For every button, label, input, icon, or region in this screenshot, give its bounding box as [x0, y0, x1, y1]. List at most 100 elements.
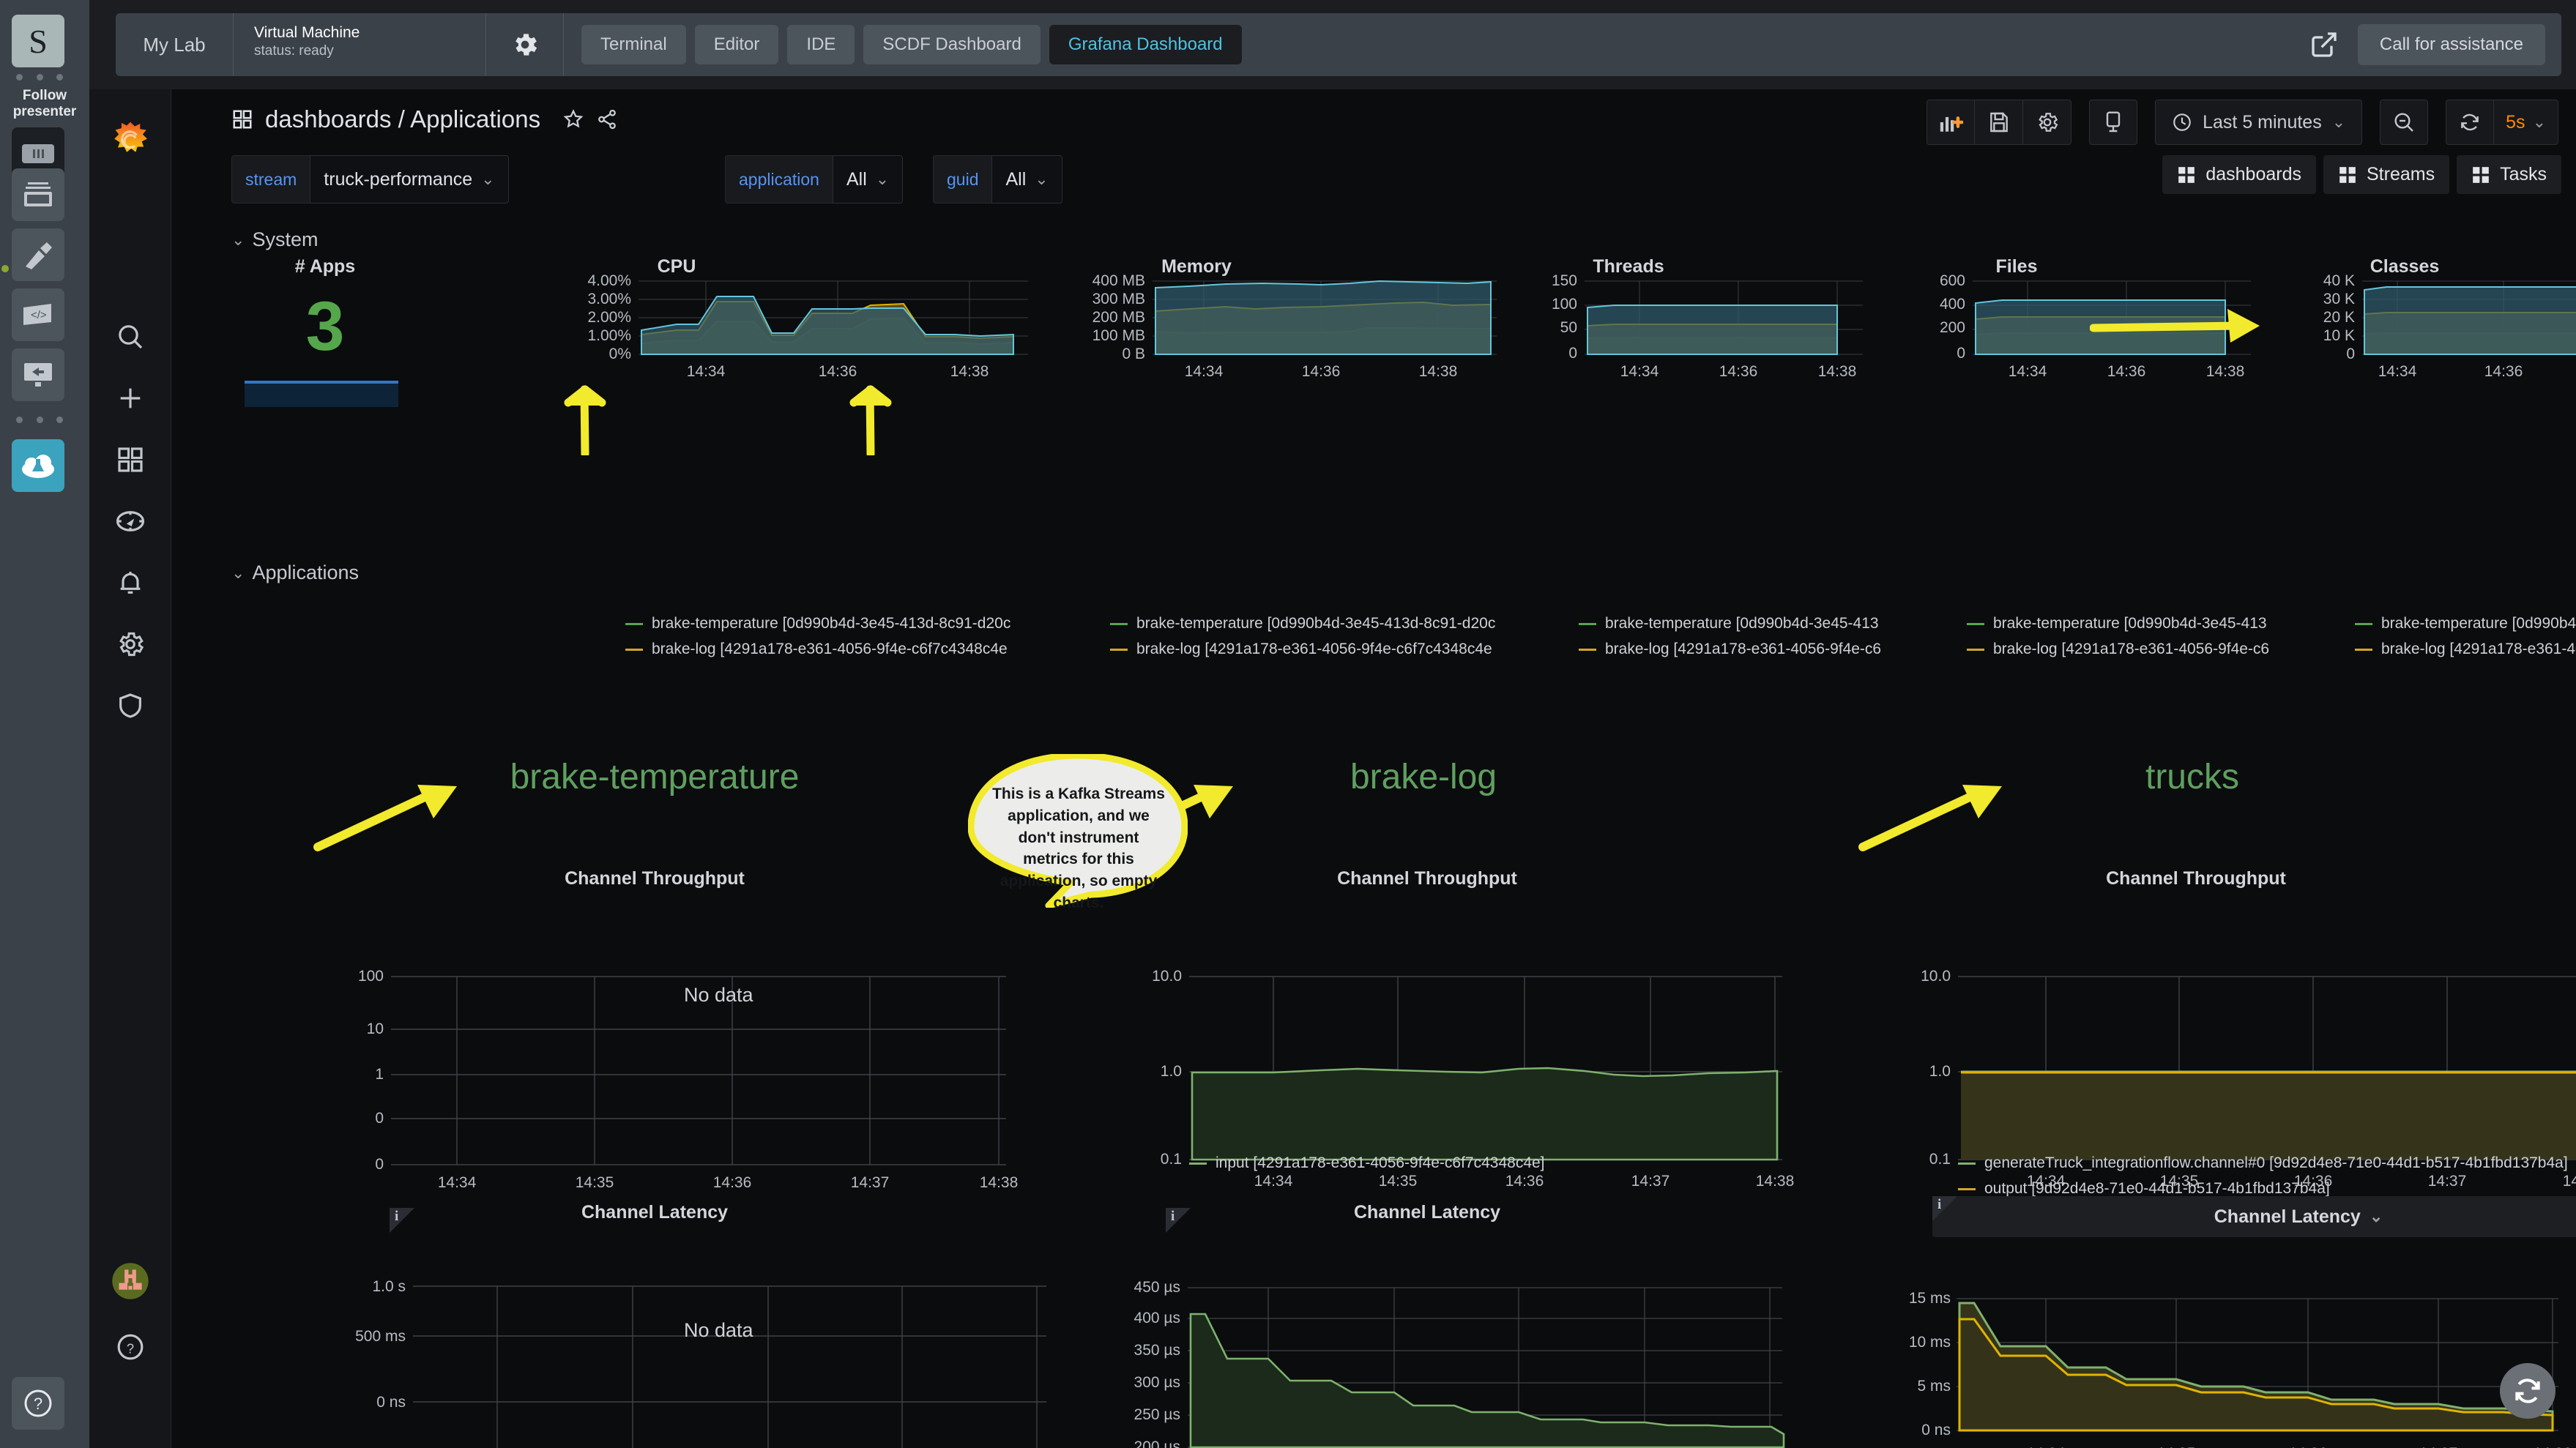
marker-button[interactable] [12, 228, 64, 281]
link-dashboards[interactable]: dashboards [2162, 155, 2316, 194]
breadcrumb-text[interactable]: dashboards / Applications [265, 105, 540, 133]
link-streams[interactable]: Streams [2323, 155, 2449, 194]
sidebar-item-alerting[interactable] [89, 562, 171, 603]
chart-bl-latency[interactable]: 450 µs 400 µs 350 µs 300 µs 250 µs 200 µ… [1035, 1228, 1826, 1448]
sidebar-item-profile[interactable] [89, 1261, 171, 1302]
info-icon[interactable]: i [1937, 1197, 1941, 1213]
legend-label[interactable]: input [4291a178-e361-4056-9f4e-c6f7c4348… [1216, 1154, 1545, 1172]
status-dot [1, 265, 9, 272]
code-snippet-button[interactable]: </> [12, 288, 64, 341]
call-for-assistance-button[interactable]: Call for assistance [2358, 24, 2545, 65]
variable-application-value[interactable]: All ⌄ [833, 155, 903, 204]
sidebar-item-search[interactable] [89, 316, 171, 357]
legend-label[interactable]: brake-temperature [0d990b4d-3e45-413d-8c… [652, 615, 1010, 632]
chart-bl-throughput[interactable]: 10.0 1.0 0.1 14:34 14:35 14:36 14:37 14:… [1035, 895, 1826, 1187]
chart-cpu[interactable]: 4.00% 3.00% 2.00% 1.00% 0% 14:34 14:36 1… [559, 272, 1057, 389]
x-tick: 14:36 [819, 363, 857, 380]
variable-stream-text: truck-performance [324, 169, 472, 190]
legend-label[interactable]: output [9d92d4e8-71e0-44d1-b517-4b1fbd13… [1984, 1180, 2330, 1198]
chart-tr-latency[interactable]: 15 ms 10 ms 5 ms 0 ns 14:34 14:35 14:36 … [1804, 1239, 2576, 1448]
legend-label[interactable]: brake-log [4291a178-e361-4056-9f4e-c6 [1605, 641, 1881, 658]
link-tasks[interactable]: Tasks [2457, 155, 2561, 194]
legend-color-swatch [1579, 623, 1596, 625]
legend-label[interactable]: brake-temperature [0d990b4d-3e45-413 [1605, 615, 1879, 632]
nodata-bt-latency: No data [684, 1319, 753, 1342]
chart-classes[interactable]: 40 K 30 K 20 K 10 K 0 14:34 14:36 14:38 [2295, 272, 2576, 389]
chart-bt-latency[interactable]: 1.0 s 500 ms 0 ns -500 ms -1.0 s 14:34 1… [267, 1228, 1072, 1448]
grafana-logo-button[interactable] [89, 120, 171, 161]
dashboard-settings-button[interactable] [2023, 100, 2071, 145]
chart-bt-throughput[interactable]: 100 10 1 0 0 14:34 14:35 14:36 14:37 14:… [267, 895, 1072, 1187]
sidebar-item-dashboards[interactable] [89, 439, 171, 480]
legend-label[interactable]: brake-temperature [0d990b4d-3e45-413 [1993, 615, 2267, 632]
legend-label[interactable]: generateTruck_integrationflow.channel#0 … [1984, 1154, 2568, 1172]
tv-mode-button[interactable] [2089, 100, 2137, 145]
legend-item: brake-temperature [0d990b4d-3e45-413d-8c… [1110, 615, 1549, 632]
grid-icon [2338, 165, 2357, 184]
legend-label[interactable]: brake-temperature [0d990b4d-3e45-413 [2381, 615, 2576, 632]
variable-stream: stream truck-performance ⌄ [231, 155, 509, 204]
legend-label[interactable]: brake-log [4291a178-e361-4056-9f4e-c6 [2381, 641, 2576, 658]
avatar [111, 1262, 149, 1300]
link-streams-label: Streams [2367, 164, 2435, 185]
sidebar-item-help[interactable]: ? [89, 1326, 171, 1367]
app-title-trucks: trucks [1973, 757, 2412, 797]
chevron-down-icon[interactable]: ⌄ [2370, 1207, 2383, 1226]
y-tick: 50 [1560, 319, 1577, 336]
chart-tr-throughput[interactable]: 10.0 1.0 0.1 14:34 14:35 14:36 14:37 14:… [1804, 895, 2576, 1187]
slides-button[interactable] [12, 168, 64, 221]
y-tick: 100 [358, 968, 384, 985]
section-applications-label: Applications [252, 561, 359, 584]
chart-memory[interactable]: 400 MB 300 MB 200 MB 100 MB 0 B 14:34 14… [1057, 272, 1526, 389]
screen-share-button[interactable] [12, 348, 64, 401]
tab-editor[interactable]: Editor [695, 25, 779, 64]
tab-grafana-dashboard[interactable]: Grafana Dashboard [1049, 25, 1242, 64]
cloud-lab-button[interactable] [12, 439, 64, 492]
lab-settings-button[interactable] [486, 13, 564, 76]
legend-label[interactable]: brake-log [4291a178-e361-4056-9f4e-c6f7c… [1136, 641, 1492, 658]
external-link-icon[interactable] [2309, 30, 2339, 59]
floating-refresh-button[interactable] [2500, 1363, 2555, 1419]
sidebar-item-configuration[interactable] [89, 624, 171, 665]
sidebar-item-explore[interactable] [89, 501, 171, 542]
chevron-down-icon: ⌄ [2533, 113, 2546, 132]
chart-threads[interactable]: 150 100 50 0 14:34 14:36 14:38 [1526, 272, 1921, 389]
time-range-picker[interactable]: Last 5 minutes ⌄ [2155, 100, 2362, 145]
dashboard-toolbar: Last 5 minutes ⌄ 5s ⌄ [1927, 100, 2558, 145]
alerting-bell-icon [116, 568, 145, 597]
variable-guid-value[interactable]: All ⌄ [991, 155, 1062, 204]
section-header-applications[interactable]: ⌄ Applications [231, 561, 359, 584]
refresh-group: 5s ⌄ [2446, 100, 2558, 145]
refresh-interval-picker[interactable]: 5s ⌄ [2494, 100, 2558, 145]
legend-item: output [9d92d4e8-71e0-44d1-b517-4b1fbd13… [1958, 1180, 2576, 1198]
legend-label[interactable]: brake-log [4291a178-e361-4056-9f4e-c6 [1993, 641, 2269, 658]
section-system-label: System [252, 228, 318, 251]
x-tick: 14:38 [2206, 363, 2245, 380]
panel-header-tr-latency[interactable]: i Channel Latency ⌄ [1932, 1196, 2576, 1237]
legend-label[interactable]: brake-log [4291a178-e361-4056-9f4e-c6f7c… [652, 641, 1008, 658]
y-tick: 150 [1552, 272, 1577, 289]
tab-scdf-dashboard[interactable]: SCDF Dashboard [863, 25, 1040, 64]
presenter-help-button[interactable]: ? [12, 1377, 64, 1430]
save-dashboard-button[interactable] [1975, 100, 2023, 145]
chart-files[interactable]: 600 400 200 0 14:34 14:36 14:38 [1914, 272, 2309, 389]
variable-stream-value[interactable]: truck-performance ⌄ [310, 155, 508, 204]
zoom-out-time-button[interactable] [2380, 100, 2428, 145]
refresh-icon [2458, 111, 2482, 134]
refresh-button[interactable] [2446, 100, 2494, 145]
share-icon[interactable] [596, 108, 618, 130]
variable-guid-text: All [1005, 169, 1026, 190]
add-panel-button[interactable] [1927, 100, 1975, 145]
presenter-dots-top [16, 73, 63, 81]
info-icon[interactable]: i [395, 1209, 398, 1225]
tab-ide[interactable]: IDE [787, 25, 855, 64]
section-header-system[interactable]: ⌄ System [231, 228, 318, 251]
legend-label[interactable]: brake-temperature [0d990b4d-3e45-413d-8c… [1136, 615, 1495, 632]
tab-terminal[interactable]: Terminal [581, 25, 686, 64]
info-icon[interactable]: i [1171, 1209, 1175, 1225]
sidebar-item-server-admin[interactable] [89, 685, 171, 726]
star-icon[interactable] [562, 108, 584, 130]
follow-line2: presenter [13, 104, 77, 119]
sidebar-item-create[interactable] [89, 378, 171, 419]
chevron-down-icon: ⌄ [481, 170, 494, 189]
